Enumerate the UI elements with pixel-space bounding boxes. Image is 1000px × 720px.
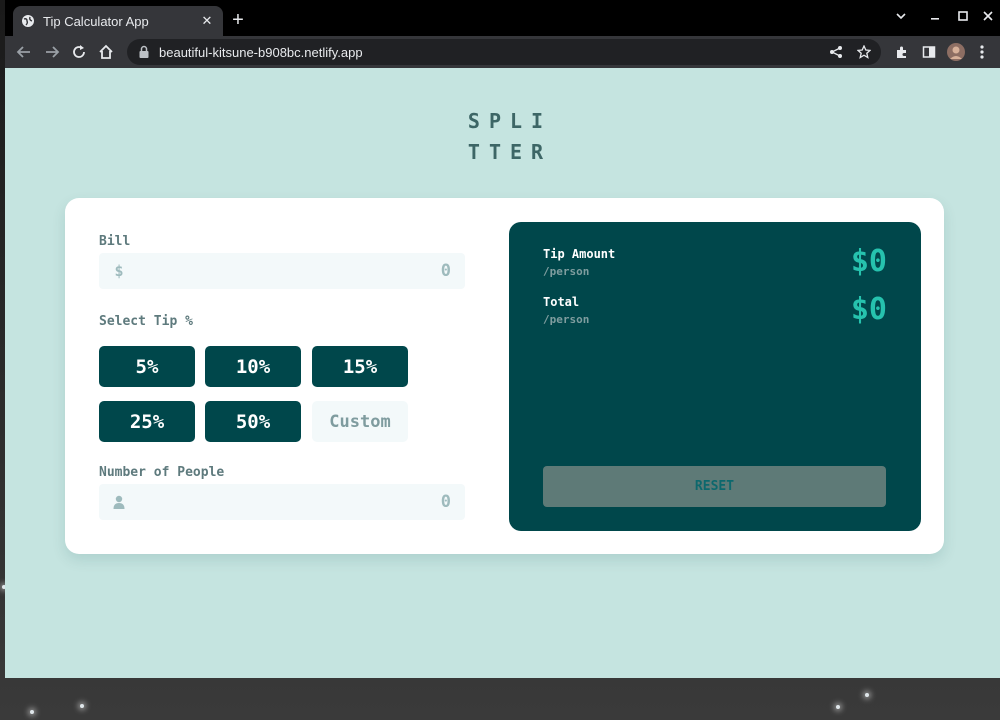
custom-tip-input[interactable] bbox=[312, 401, 408, 442]
extensions-icon[interactable] bbox=[891, 41, 913, 63]
desktop-light bbox=[836, 705, 840, 709]
bill-input[interactable] bbox=[99, 253, 465, 289]
logo-line-1: SPLI bbox=[467, 109, 553, 133]
people-input[interactable] bbox=[99, 484, 465, 520]
address-bar[interactable]: beautiful-kitsune-b908bc.netlify.app bbox=[127, 39, 881, 65]
browser-window: Tip Calculator App ✕ + beautiful-kitsune… bbox=[5, 0, 1000, 678]
tab-title: Tip Calculator App bbox=[43, 13, 149, 29]
tip-button-10[interactable]: 10% bbox=[205, 346, 301, 387]
tip-button-25[interactable]: 25% bbox=[99, 401, 195, 442]
avatar[interactable] bbox=[945, 41, 967, 63]
close-window-icon[interactable] bbox=[978, 8, 998, 28]
app-logo: SPLI TTER bbox=[465, 106, 555, 168]
url-text: beautiful-kitsune-b908bc.netlify.app bbox=[159, 44, 363, 60]
results-panel: Tip Amount /person $0 Total /person $0 R… bbox=[509, 222, 921, 531]
tip-button-15[interactable]: 15% bbox=[312, 346, 408, 387]
browser-toolbar: beautiful-kitsune-b908bc.netlify.app bbox=[5, 36, 1000, 68]
desktop-light bbox=[865, 693, 869, 697]
total-value: $0 bbox=[850, 292, 887, 327]
bill-field: $ bbox=[99, 253, 465, 289]
tip-amount-sub: /person bbox=[543, 265, 590, 278]
calculator-card: Bill $ Select Tip % 5% 10% 15% 25% 50% N… bbox=[65, 198, 944, 554]
close-tab-icon[interactable]: ✕ bbox=[199, 13, 215, 29]
logo-line-2: TTER bbox=[467, 140, 553, 164]
new-tab-button[interactable]: + bbox=[227, 9, 249, 31]
bill-label: Bill bbox=[99, 234, 131, 249]
tip-button-50[interactable]: 50% bbox=[205, 401, 301, 442]
reset-button[interactable]: RESET bbox=[543, 466, 886, 507]
desktop-light bbox=[30, 710, 34, 714]
lock-icon bbox=[137, 45, 151, 59]
star-icon[interactable] bbox=[853, 41, 875, 63]
home-icon[interactable] bbox=[95, 41, 117, 63]
share-icon[interactable] bbox=[825, 41, 847, 63]
chevron-down-icon[interactable] bbox=[891, 8, 911, 28]
people-label: Number of People bbox=[99, 465, 225, 480]
select-tip-label: Select Tip % bbox=[99, 314, 193, 329]
tab-strip: Tip Calculator App ✕ + bbox=[5, 0, 1000, 36]
globe-icon bbox=[21, 14, 35, 28]
browser-tab[interactable]: Tip Calculator App ✕ bbox=[13, 6, 223, 36]
desktop-light bbox=[80, 704, 84, 708]
tip-amount-label: Tip Amount bbox=[543, 247, 616, 261]
menu-kebab-icon[interactable] bbox=[971, 41, 993, 63]
total-sub: /person bbox=[543, 313, 590, 326]
back-icon[interactable] bbox=[13, 41, 35, 63]
maximize-icon[interactable] bbox=[953, 8, 973, 28]
total-label: Total bbox=[543, 295, 580, 309]
reload-icon[interactable] bbox=[68, 41, 90, 63]
minimize-icon[interactable] bbox=[925, 8, 945, 28]
tip-button-5[interactable]: 5% bbox=[99, 346, 195, 387]
page-viewport: SPLI TTER Bill $ Select Tip % 5% 10% 15%… bbox=[5, 68, 1000, 678]
tip-amount-value: $0 bbox=[850, 244, 887, 279]
side-panel-icon[interactable] bbox=[918, 41, 940, 63]
people-field bbox=[99, 484, 465, 520]
forward-icon[interactable] bbox=[41, 41, 63, 63]
